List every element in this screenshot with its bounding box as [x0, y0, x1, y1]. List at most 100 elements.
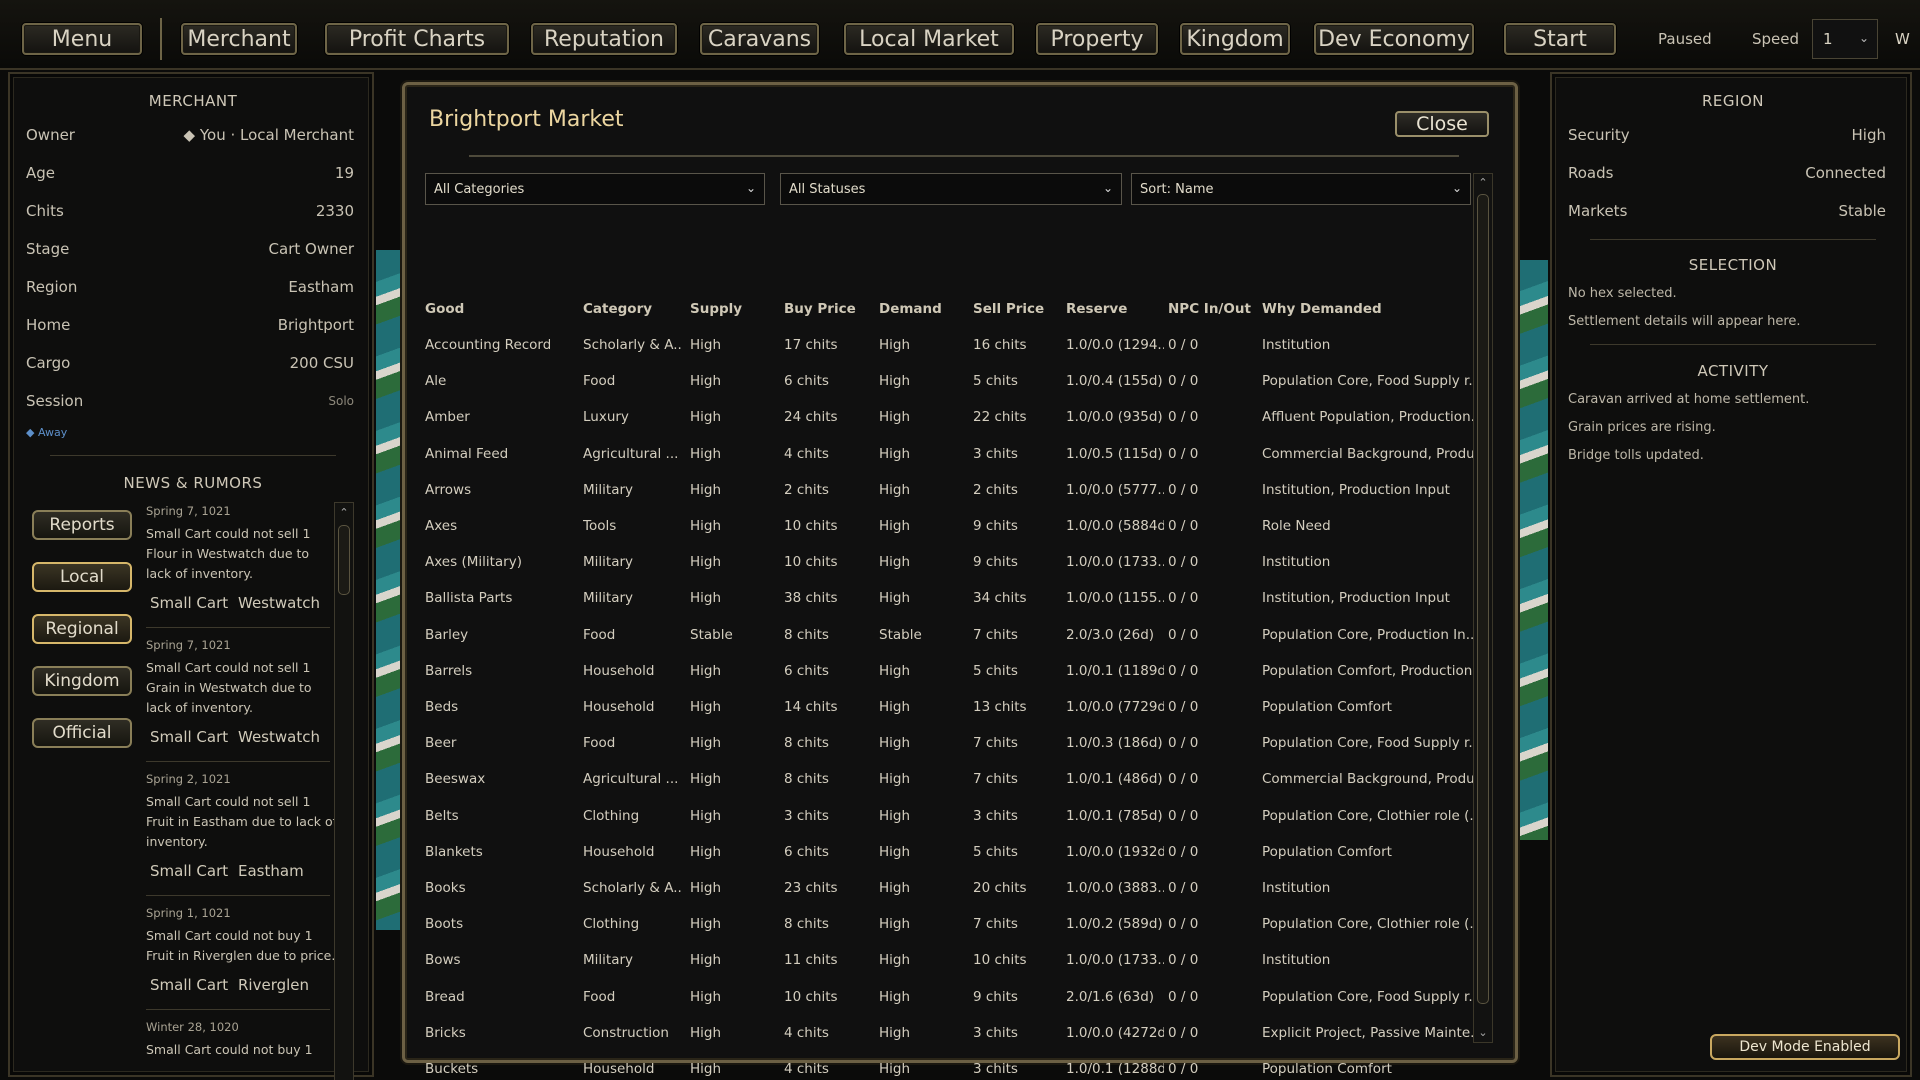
table-row[interactable]: Ale Food High 6 chits High 5 chits 1.0/0.4 (15…	[405, 363, 1475, 399]
table-row[interactable]: Blankets Household High 6 chits High 5 chits 1…	[405, 834, 1475, 870]
news-tag-vehicle[interactable]: Small Cart	[150, 728, 228, 746]
reputation-tab[interactable]: Reputation	[531, 23, 677, 55]
table-row[interactable]: Axes (Military) Military High 10 chits High 9…	[405, 544, 1475, 580]
scroll-down-icon[interactable]: ⌄	[1476, 1025, 1490, 1041]
cell-buy-price: 10 chits	[784, 554, 838, 571]
column-header-supply[interactable]: Supply	[690, 301, 742, 317]
cell-good: Ale	[425, 373, 447, 390]
column-header-good[interactable]: Good	[425, 301, 464, 317]
cell-sell-price: 5 chits	[973, 373, 1018, 390]
column-header-buy-price[interactable]: Buy Price	[784, 301, 856, 317]
column-header-reserve[interactable]: Reserve	[1066, 301, 1127, 317]
news-scroll-thumb[interactable]	[338, 525, 350, 595]
column-header-why-demanded[interactable]: Why Demanded	[1262, 301, 1382, 317]
cell-demand: High	[879, 880, 911, 896]
news-filter-kingdom[interactable]: Kingdom	[32, 666, 132, 696]
speed-select[interactable]: 1 ⌄	[1812, 19, 1878, 59]
owner-value: ◆ You · Local Merchant	[183, 126, 354, 144]
property-tab[interactable]: Property	[1036, 23, 1158, 55]
column-header-category[interactable]: Category	[583, 301, 652, 317]
cell-reserve: 1.0/0.3 (186d)	[1066, 735, 1163, 752]
dev-economy-tab[interactable]: Dev Economy	[1314, 23, 1474, 55]
cell-sell-price: 7 chits	[973, 626, 1018, 643]
cell-good: Animal Feed	[425, 445, 509, 462]
table-row[interactable]: Beds Household High 14 chits High 13 chits 1.0…	[405, 689, 1475, 725]
cell-buy-price: 4 chits	[784, 1061, 829, 1077]
scroll-up-icon[interactable]: ⌃	[1476, 175, 1490, 191]
column-header-npc-in-out[interactable]: NPC In/Out	[1168, 301, 1251, 317]
world-map-right-edge[interactable]	[1518, 260, 1548, 840]
world-map-left-edge[interactable]	[376, 250, 402, 930]
news-filter-local[interactable]: Local	[32, 562, 132, 592]
cell-good: Barley	[425, 626, 469, 643]
cell-reserve: 1.0/0.0 (7729d)	[1066, 699, 1164, 715]
table-row[interactable]: Animal Feed Agricultural ... High 4 chits Hi…	[405, 436, 1475, 472]
table-row[interactable]: Barley Food Stable 8 chits Stable 7 chits 2.0/…	[405, 617, 1475, 653]
column-header-sell-price[interactable]: Sell Price	[973, 301, 1044, 317]
table-row[interactable]: Arrows Military High 2 chits High 2 chits 1.0/…	[405, 472, 1475, 508]
merchant-tab[interactable]: Merchant	[181, 23, 297, 55]
table-row[interactable]: Beeswax Agricultural ... High 8 chits High 7 …	[405, 761, 1475, 797]
table-row[interactable]: Bows Military High 11 chits High 10 chits 1.0/…	[405, 942, 1475, 978]
news-tag-vehicle[interactable]: Small Cart	[150, 862, 228, 880]
cell-category: Food	[583, 988, 616, 1005]
table-row[interactable]: Books Scholarly & A... High 23 chits High 20 …	[405, 870, 1475, 906]
table-row[interactable]: Barrels Household High 6 chits High 5 chits 1.…	[405, 653, 1475, 689]
cell-buy-price: 10 chits	[784, 988, 838, 1005]
table-row[interactable]: Bricks Construction High 4 chits High 3 chits…	[405, 1015, 1475, 1051]
sort-select[interactable]: Sort: Name ⌄	[1131, 173, 1471, 205]
news-filter-reports[interactable]: Reports	[32, 510, 132, 540]
market-scroll-thumb[interactable]	[1477, 194, 1489, 1004]
table-row[interactable]: Bread Food High 10 chits High 9 chits 2.0/1.6 …	[405, 979, 1475, 1015]
column-header-demand[interactable]: Demand	[879, 301, 942, 317]
dev-mode-button[interactable]: Dev Mode Enabled	[1710, 1034, 1900, 1060]
start-button[interactable]: Start	[1504, 23, 1616, 55]
menu-button[interactable]: Menu	[22, 23, 142, 55]
cell-why-demanded: Population Core, Production In...	[1262, 626, 1474, 643]
profit-charts-tab[interactable]: Profit Charts	[325, 23, 509, 55]
news-item: Spring 7, 1021 Small Cart could not sell…	[146, 504, 338, 584]
security-value: High	[1851, 126, 1886, 144]
table-row[interactable]: Beer Food High 8 chits High 7 chits 1.0/0.3 (1…	[405, 725, 1475, 761]
cell-good: Blankets	[425, 843, 483, 860]
news-filter-official[interactable]: Official	[32, 718, 132, 748]
stage-value: Cart Owner	[268, 240, 354, 258]
scroll-up-icon[interactable]: ⌃	[337, 505, 351, 521]
cell-npc-in-out: 0 / 0	[1168, 1061, 1199, 1077]
cell-sell-price: 22 chits	[973, 409, 1027, 426]
category-filter[interactable]: All Categories ⌄	[425, 173, 765, 205]
table-row[interactable]: Belts Clothing High 3 chits High 3 chits 1.0/0…	[405, 798, 1475, 834]
status-filter[interactable]: All Statuses ⌄	[780, 173, 1122, 205]
cell-good: Axes (Military)	[425, 554, 522, 571]
local-market-tab[interactable]: Local Market	[844, 23, 1014, 55]
news-item: Spring 1, 1021 Small Cart could not buy …	[146, 906, 338, 966]
news-scrollbar[interactable]: ⌃ ⌄	[334, 502, 354, 1080]
cell-category: Household	[583, 662, 655, 679]
news-tag-vehicle[interactable]: Small Cart	[150, 594, 228, 612]
cell-category: Luxury	[583, 409, 629, 426]
news-tag-place[interactable]: Eastham	[238, 862, 304, 880]
table-row[interactable]: Accounting Records Scholarly & A... High 17…	[405, 327, 1475, 363]
market-scrollbar[interactable]: ⌃ ⌄	[1473, 173, 1493, 1043]
table-row[interactable]: Buckets Household High 4 chits High 3 chits 1.…	[405, 1051, 1475, 1080]
news-filter-regional[interactable]: Regional	[32, 614, 132, 644]
cell-category: Military	[583, 952, 634, 969]
kingdom-tab[interactable]: Kingdom	[1180, 23, 1290, 55]
cell-reserve: 1.0/0.0 (1932d)	[1066, 843, 1164, 860]
news-tag-place[interactable]: Westwatch	[238, 594, 320, 612]
news-tag-place[interactable]: Riverglen	[238, 976, 309, 994]
table-row[interactable]: Boots Clothing High 8 chits High 7 chits 1.0/0…	[405, 906, 1475, 942]
news-tag-vehicle[interactable]: Small Cart	[150, 976, 228, 994]
cell-demand: High	[879, 481, 911, 498]
caravans-tab[interactable]: Caravans	[700, 23, 819, 55]
cell-demand: High	[879, 590, 911, 607]
table-row[interactable]: Axes Tools High 10 chits High 9 chits 1.0/0.0 …	[405, 508, 1475, 544]
news-date: Spring 2, 1021	[146, 772, 231, 786]
table-row[interactable]: Ballista Parts Military High 38 chits High 34…	[405, 580, 1475, 616]
close-button[interactable]: Close	[1395, 111, 1489, 137]
cell-why-demanded: Institution, Production Input	[1262, 590, 1450, 607]
table-row[interactable]: Amber Luxury High 24 chits High 22 chits 1.0/0…	[405, 399, 1475, 435]
category-filter-value: All Categories	[434, 181, 525, 197]
news-tag-place[interactable]: Westwatch	[238, 728, 320, 746]
cell-reserve: 1.0/0.0 (4272d)	[1066, 1024, 1164, 1041]
